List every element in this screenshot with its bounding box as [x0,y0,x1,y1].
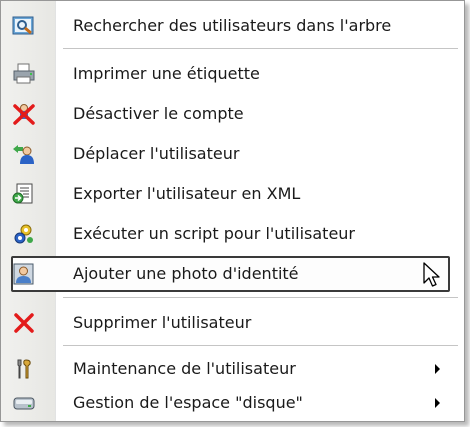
disable-account-icon [11,102,37,126]
context-menu: Rechercher des utilisateurs dans l'arbre… [0,0,465,422]
export-xml-icon [11,182,37,206]
move-user-icon [11,142,37,166]
menu-item-disk-space[interactable]: Gestion de l'espace "disque" [1,383,464,423]
menu-item-label: Ajouter une photo d'identité [73,264,299,283]
menu-item-label: Exécuter un script pour l'utilisateur [73,224,356,243]
delete-icon [11,311,37,335]
maintenance-tools-icon [11,357,37,381]
menu-separator [63,297,458,299]
menu-item-label: Imprimer une étiquette [73,64,260,83]
menu-item-search-users[interactable]: Rechercher des utilisateurs dans l'arbre [1,6,464,46]
menu-item-label: Supprimer l'utilisateur [73,313,252,332]
menu-separator [63,345,458,347]
menu-item-export-xml[interactable]: Exporter l'utilisateur en XML [1,174,464,214]
submenu-arrow-icon [435,364,440,374]
mouse-cursor-icon [423,262,440,287]
menu-item-add-id-photo[interactable]: Ajouter une photo d'identité [1,254,464,294]
disk-icon [11,391,37,415]
menu-item-label: Désactiver le compte [73,104,244,123]
id-photo-icon [11,262,37,286]
menu-item-label: Rechercher des utilisateurs dans l'arbre [73,16,392,35]
menu-item-disable-account[interactable]: Désactiver le compte [1,94,464,134]
menu-item-label: Gestion de l'espace "disque" [73,393,303,412]
run-script-icon [11,222,37,246]
menu-item-delete-user[interactable]: Supprimer l'utilisateur [1,303,464,343]
menu-separator [63,48,458,50]
menu-item-label: Exporter l'utilisateur en XML [73,184,301,203]
menu-item-move-user[interactable]: Déplacer l'utilisateur [1,134,464,174]
menu-item-print-label[interactable]: Imprimer une étiquette [1,54,464,94]
printer-icon [11,62,37,86]
menu-item-run-script[interactable]: Exécuter un script pour l'utilisateur [1,214,464,254]
search-tree-icon [11,14,37,38]
submenu-arrow-icon [435,398,440,408]
menu-item-label: Déplacer l'utilisateur [73,144,240,163]
